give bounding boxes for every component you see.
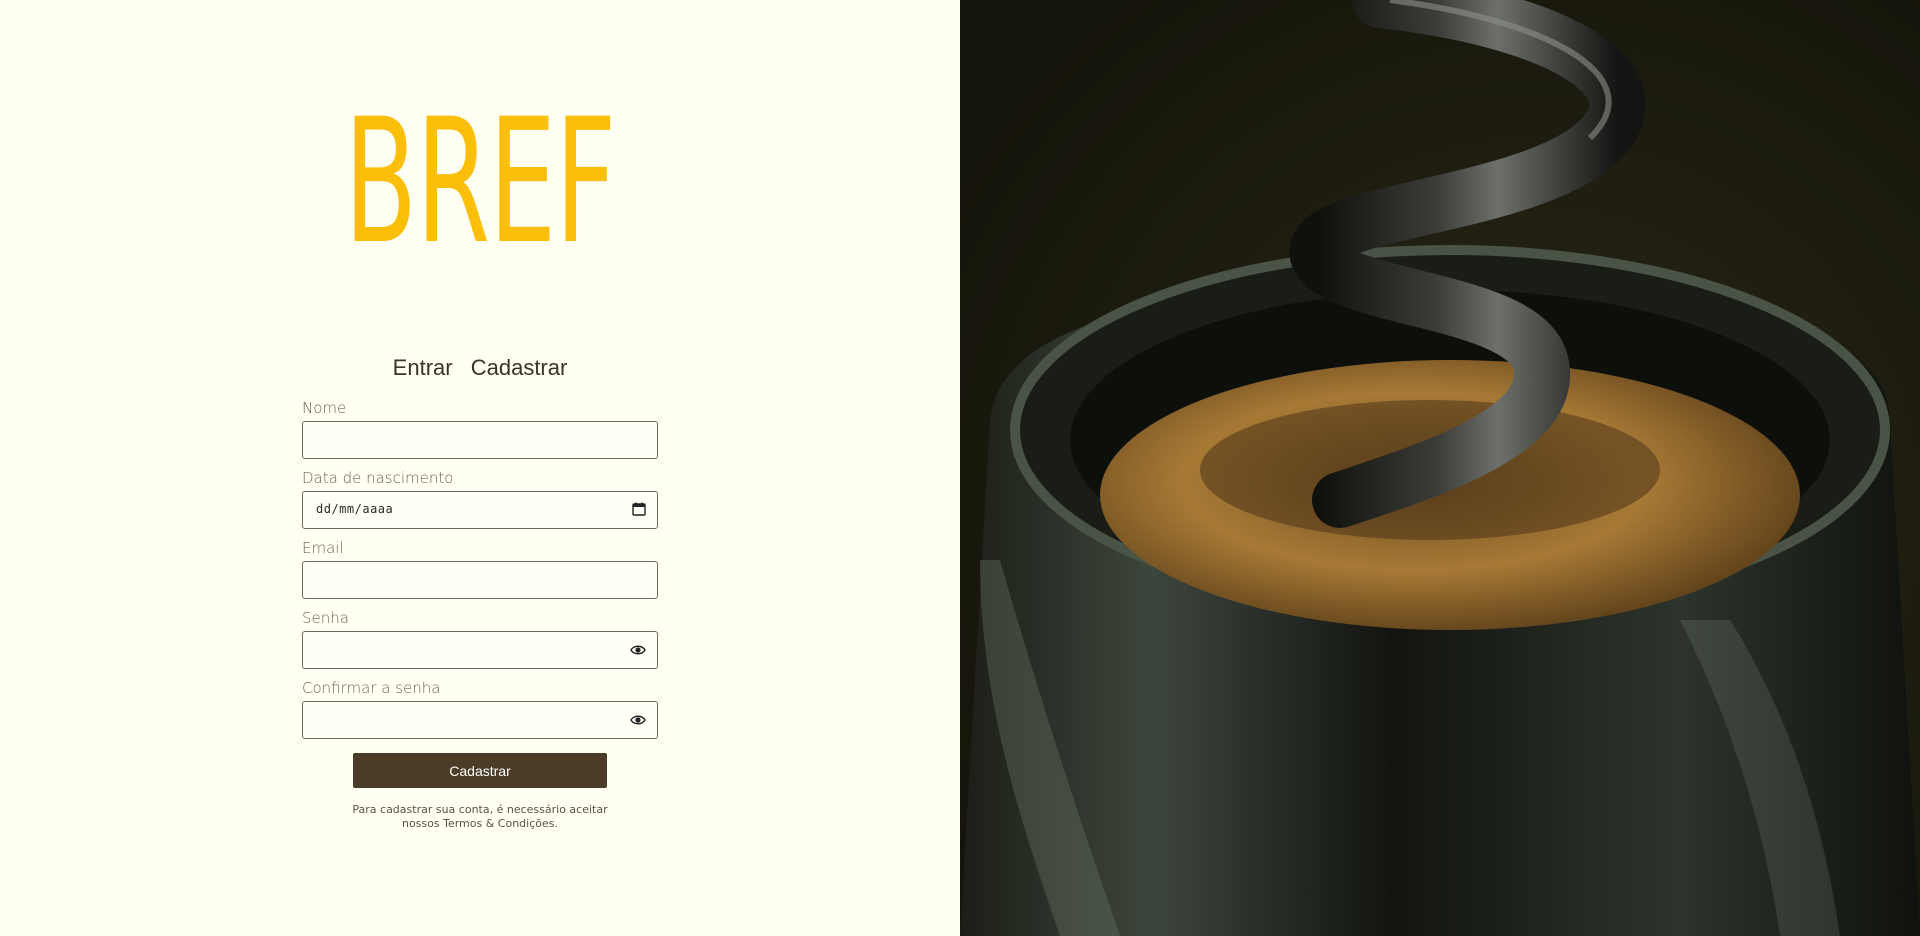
page: BREF Entrar Cadastrar Nome Data de nasci… <box>0 0 1920 936</box>
tab-entrar[interactable]: Entrar <box>387 355 459 381</box>
terms-line-2: nossos Termos & Condições. <box>401 817 558 830</box>
signup-panel: BREF Entrar Cadastrar Nome Data de nasci… <box>0 0 960 936</box>
signup-form: Nome Data de nascimento dd/mm/aaaa Email <box>302 398 658 830</box>
hero-image <box>960 0 1920 936</box>
brand-logo: BREF <box>344 81 616 282</box>
confirm-eye-icon[interactable] <box>630 713 646 727</box>
confirm-password-input[interactable] <box>302 701 658 739</box>
nascimento-field-wrap: dd/mm/aaaa <box>302 491 658 529</box>
email-field-wrap <box>302 561 658 599</box>
nome-label: Nome <box>302 399 347 417</box>
cadastrar-button[interactable]: Cadastrar <box>353 753 607 788</box>
password-input[interactable] <box>302 631 658 669</box>
nascimento-label: Data de nascimento <box>302 469 454 487</box>
eye-icon[interactable] <box>630 643 646 657</box>
tab-cadastrar[interactable]: Cadastrar <box>465 355 574 381</box>
confirmar-label: Confirmar a senha <box>302 679 441 697</box>
terms-line-1: Para cadastrar sua conta, é necessário a… <box>352 803 608 816</box>
email-label: Email <box>302 539 344 557</box>
terms-notice: Para cadastrar sua conta, é necessário a… <box>302 803 658 831</box>
calendar-icon[interactable] <box>632 502 646 516</box>
nome-field-wrap <box>302 421 658 459</box>
corkscrew-wine-bottle-photo <box>960 0 1920 936</box>
nome-input[interactable] <box>302 421 658 459</box>
senha-field-wrap <box>302 631 658 669</box>
email-input[interactable] <box>302 561 658 599</box>
auth-tabs: Entrar Cadastrar <box>0 355 960 381</box>
birthdate-placeholder: dd/mm/aaaa <box>316 502 394 516</box>
senha-label: Senha <box>302 609 349 627</box>
confirmar-field-wrap <box>302 701 658 739</box>
